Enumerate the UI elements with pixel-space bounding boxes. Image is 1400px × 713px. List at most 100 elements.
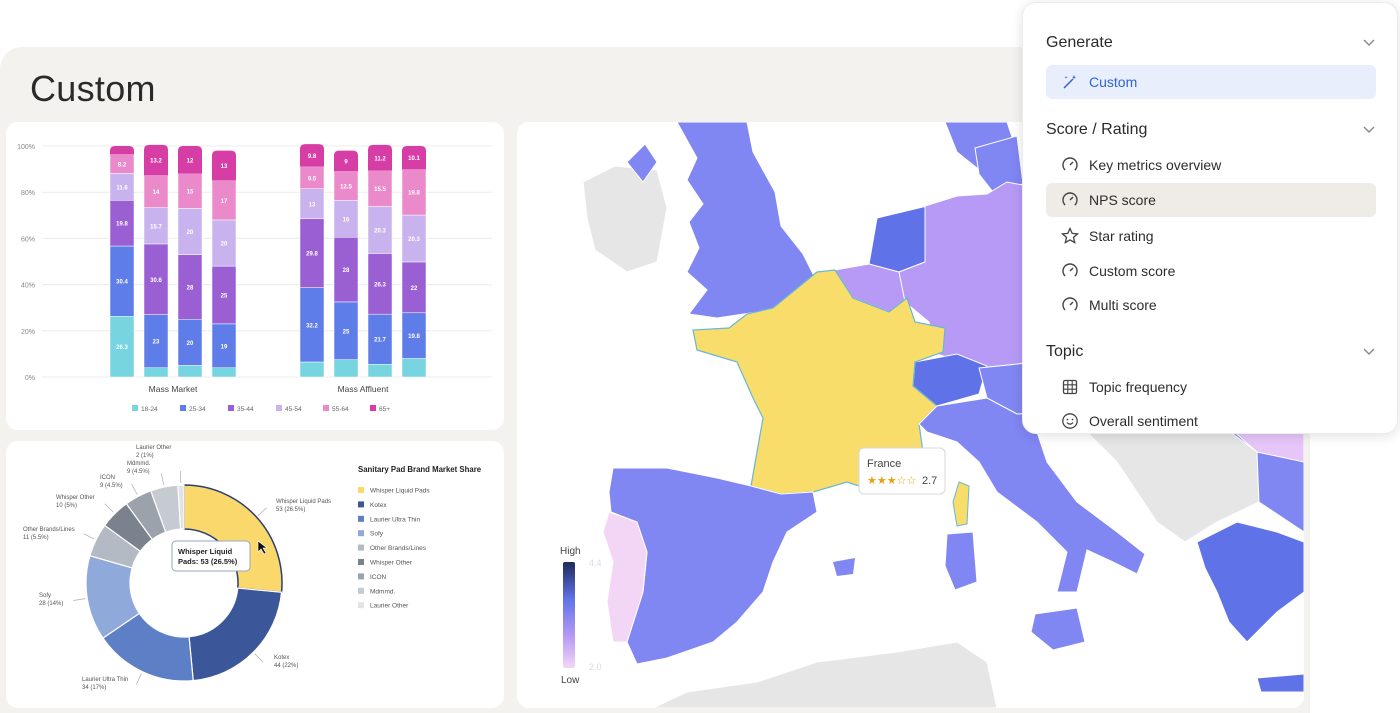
gauge-icon bbox=[1062, 263, 1078, 279]
menu-item-label: Multi score bbox=[1089, 297, 1157, 313]
slice-label: Kotex 44 (22%) bbox=[274, 655, 298, 669]
menu-item-topic-frequency[interactable]: Topic frequency bbox=[1046, 370, 1376, 404]
bar-segment bbox=[177, 365, 203, 378]
group-label: Mass Affluent bbox=[338, 384, 390, 394]
donut-slice bbox=[183, 484, 283, 594]
menu-item-label: Custom score bbox=[1089, 263, 1176, 279]
legend-swatch bbox=[358, 587, 364, 594]
bar-segment bbox=[143, 367, 169, 378]
menu-item-label: Star rating bbox=[1089, 228, 1154, 244]
stacked-bar-chart-card: 0% 20% 40% 60% 80% 100% 26.3 30.4 19.8 11.6 8.2 23 3… bbox=[6, 122, 504, 430]
legend-label: 45-54 bbox=[285, 406, 302, 413]
y-tick-label: 80% bbox=[21, 190, 35, 197]
legend-label: 35-44 bbox=[237, 406, 254, 413]
section-topic-title: Topic bbox=[1046, 343, 1084, 360]
legend-swatch bbox=[132, 405, 138, 411]
menu-item-label: Topic frequency bbox=[1089, 379, 1188, 395]
slice-label: Sofy 28 (14%) bbox=[39, 593, 63, 607]
chevron-down-icon[interactable] bbox=[1363, 126, 1375, 134]
bar-value-label: 12.5 bbox=[340, 184, 352, 190]
menu-item-star-rating[interactable]: Star rating bbox=[1046, 219, 1376, 253]
bar-value-label: 26.3 bbox=[374, 282, 386, 288]
donut-chart-card: Whisper Liquid Pads 53 (26.5%) Kotex 44 (22… bbox=[6, 441, 504, 708]
bar-value-label: 20 bbox=[187, 230, 194, 236]
bar-value-label: 17 bbox=[221, 199, 228, 205]
slice-label: Mdmmd. 9 (4.5%) bbox=[127, 461, 151, 475]
star-icon bbox=[1061, 227, 1079, 244]
bar-value-label: 15.7 bbox=[150, 224, 162, 230]
legend-label: Mdmmd. bbox=[370, 588, 395, 595]
section-generate-title: Generate bbox=[1046, 34, 1113, 51]
bar-segment bbox=[333, 359, 359, 378]
donut-slice bbox=[188, 587, 283, 682]
legend-color-scale bbox=[563, 562, 575, 668]
leader-line bbox=[73, 598, 86, 601]
legend-label: Other Brands/Lines bbox=[370, 545, 427, 552]
bar-value-label: 14 bbox=[153, 190, 160, 196]
legend-label: Laurier Other bbox=[370, 603, 409, 610]
bar-value-label: 32.2 bbox=[306, 323, 318, 329]
menu-item-overall-sentiment[interactable]: Overall sentiment bbox=[1046, 404, 1376, 433]
gauge-icon bbox=[1062, 157, 1078, 173]
bar-value-label: 26.3 bbox=[116, 345, 128, 351]
slice-label: Laurier Other 2 (1%) bbox=[136, 445, 171, 459]
bar-value-label: 25 bbox=[221, 293, 228, 299]
slice-label: Laurier Ultra Thin 34 (17%) bbox=[82, 677, 128, 691]
leader-line bbox=[131, 483, 138, 495]
slice-label: Whisper Liquid Pads 53 (26.5%) bbox=[276, 499, 331, 513]
grid-icon bbox=[1062, 379, 1078, 395]
legend-label: 65+ bbox=[379, 406, 390, 413]
bar-value-label: 20 bbox=[187, 341, 194, 347]
slice-label: ICON 9 (4.5%) bbox=[100, 475, 123, 489]
bar-segment bbox=[367, 364, 393, 378]
legend-swatch bbox=[358, 544, 364, 551]
legend-label: 25-34 bbox=[189, 406, 206, 413]
menu-item-custom-score[interactable]: Custom score bbox=[1046, 254, 1376, 288]
bar-value-label: 28 bbox=[187, 285, 194, 291]
menu-item-label: NPS score bbox=[1089, 192, 1156, 208]
legend-swatch bbox=[323, 405, 329, 411]
bar-value-label: 13.2 bbox=[150, 159, 162, 165]
page-title: Custom bbox=[30, 68, 156, 109]
legend-high-label: High bbox=[560, 546, 581, 557]
tooltip-value: 2.7 bbox=[922, 475, 937, 487]
chevron-down-icon[interactable] bbox=[1363, 348, 1375, 356]
bar-value-label: 30.4 bbox=[116, 280, 128, 286]
chevron-down-icon[interactable] bbox=[1363, 39, 1375, 47]
legend-swatch bbox=[358, 530, 364, 537]
leader-line bbox=[160, 473, 165, 486]
y-tick-label: 100% bbox=[17, 144, 35, 151]
legend-label: 55-64 bbox=[332, 406, 349, 413]
bar-value-label: 20.3 bbox=[374, 228, 386, 234]
leader-line bbox=[83, 533, 95, 540]
bar-value-label: 21.7 bbox=[374, 338, 386, 344]
bar-value-label: 19 bbox=[221, 344, 228, 350]
leader-line bbox=[254, 653, 264, 663]
bar-value-label: 20.3 bbox=[408, 237, 420, 243]
menu-item-custom[interactable]: Custom bbox=[1046, 65, 1376, 99]
legend-max-value: 4.4 bbox=[589, 558, 602, 568]
y-tick-label: 60% bbox=[21, 236, 35, 243]
stacked-bar-chart: 0% 20% 40% 60% 80% 100% 26.3 30.4 19.8 11.6 8.2 23 3… bbox=[17, 144, 492, 413]
legend-swatch bbox=[180, 405, 186, 411]
bar-value-label: 20 bbox=[221, 242, 228, 248]
bar-value-label: 11.6 bbox=[116, 185, 128, 191]
bar-value-label: 9.8 bbox=[308, 154, 317, 160]
bar-value-label: 19.8 bbox=[408, 334, 420, 340]
bar-value-label: 19.8 bbox=[408, 191, 420, 197]
legend-label: Sofy bbox=[370, 531, 384, 538]
menu-item-nps-score[interactable]: NPS score bbox=[1046, 183, 1376, 217]
menu-item-multi-score[interactable]: Multi score bbox=[1046, 288, 1376, 322]
slice-label: Other Brands/Lines 11 (5.5%) bbox=[23, 527, 75, 541]
bar-segment bbox=[299, 361, 325, 378]
menu-item-label: Key metrics overview bbox=[1089, 157, 1222, 173]
bar-value-label: 8.2 bbox=[118, 163, 127, 169]
legend-swatch bbox=[358, 602, 364, 609]
legend-swatch bbox=[228, 405, 234, 411]
bar-value-label: 19.8 bbox=[116, 222, 128, 228]
bar-value-label: 30.6 bbox=[150, 278, 162, 284]
bar-value-label: 10.1 bbox=[408, 156, 420, 162]
group-label: Mass Market bbox=[149, 384, 198, 394]
menu-item-key-metrics[interactable]: Key metrics overview bbox=[1046, 148, 1376, 182]
legend-swatch bbox=[358, 559, 364, 565]
